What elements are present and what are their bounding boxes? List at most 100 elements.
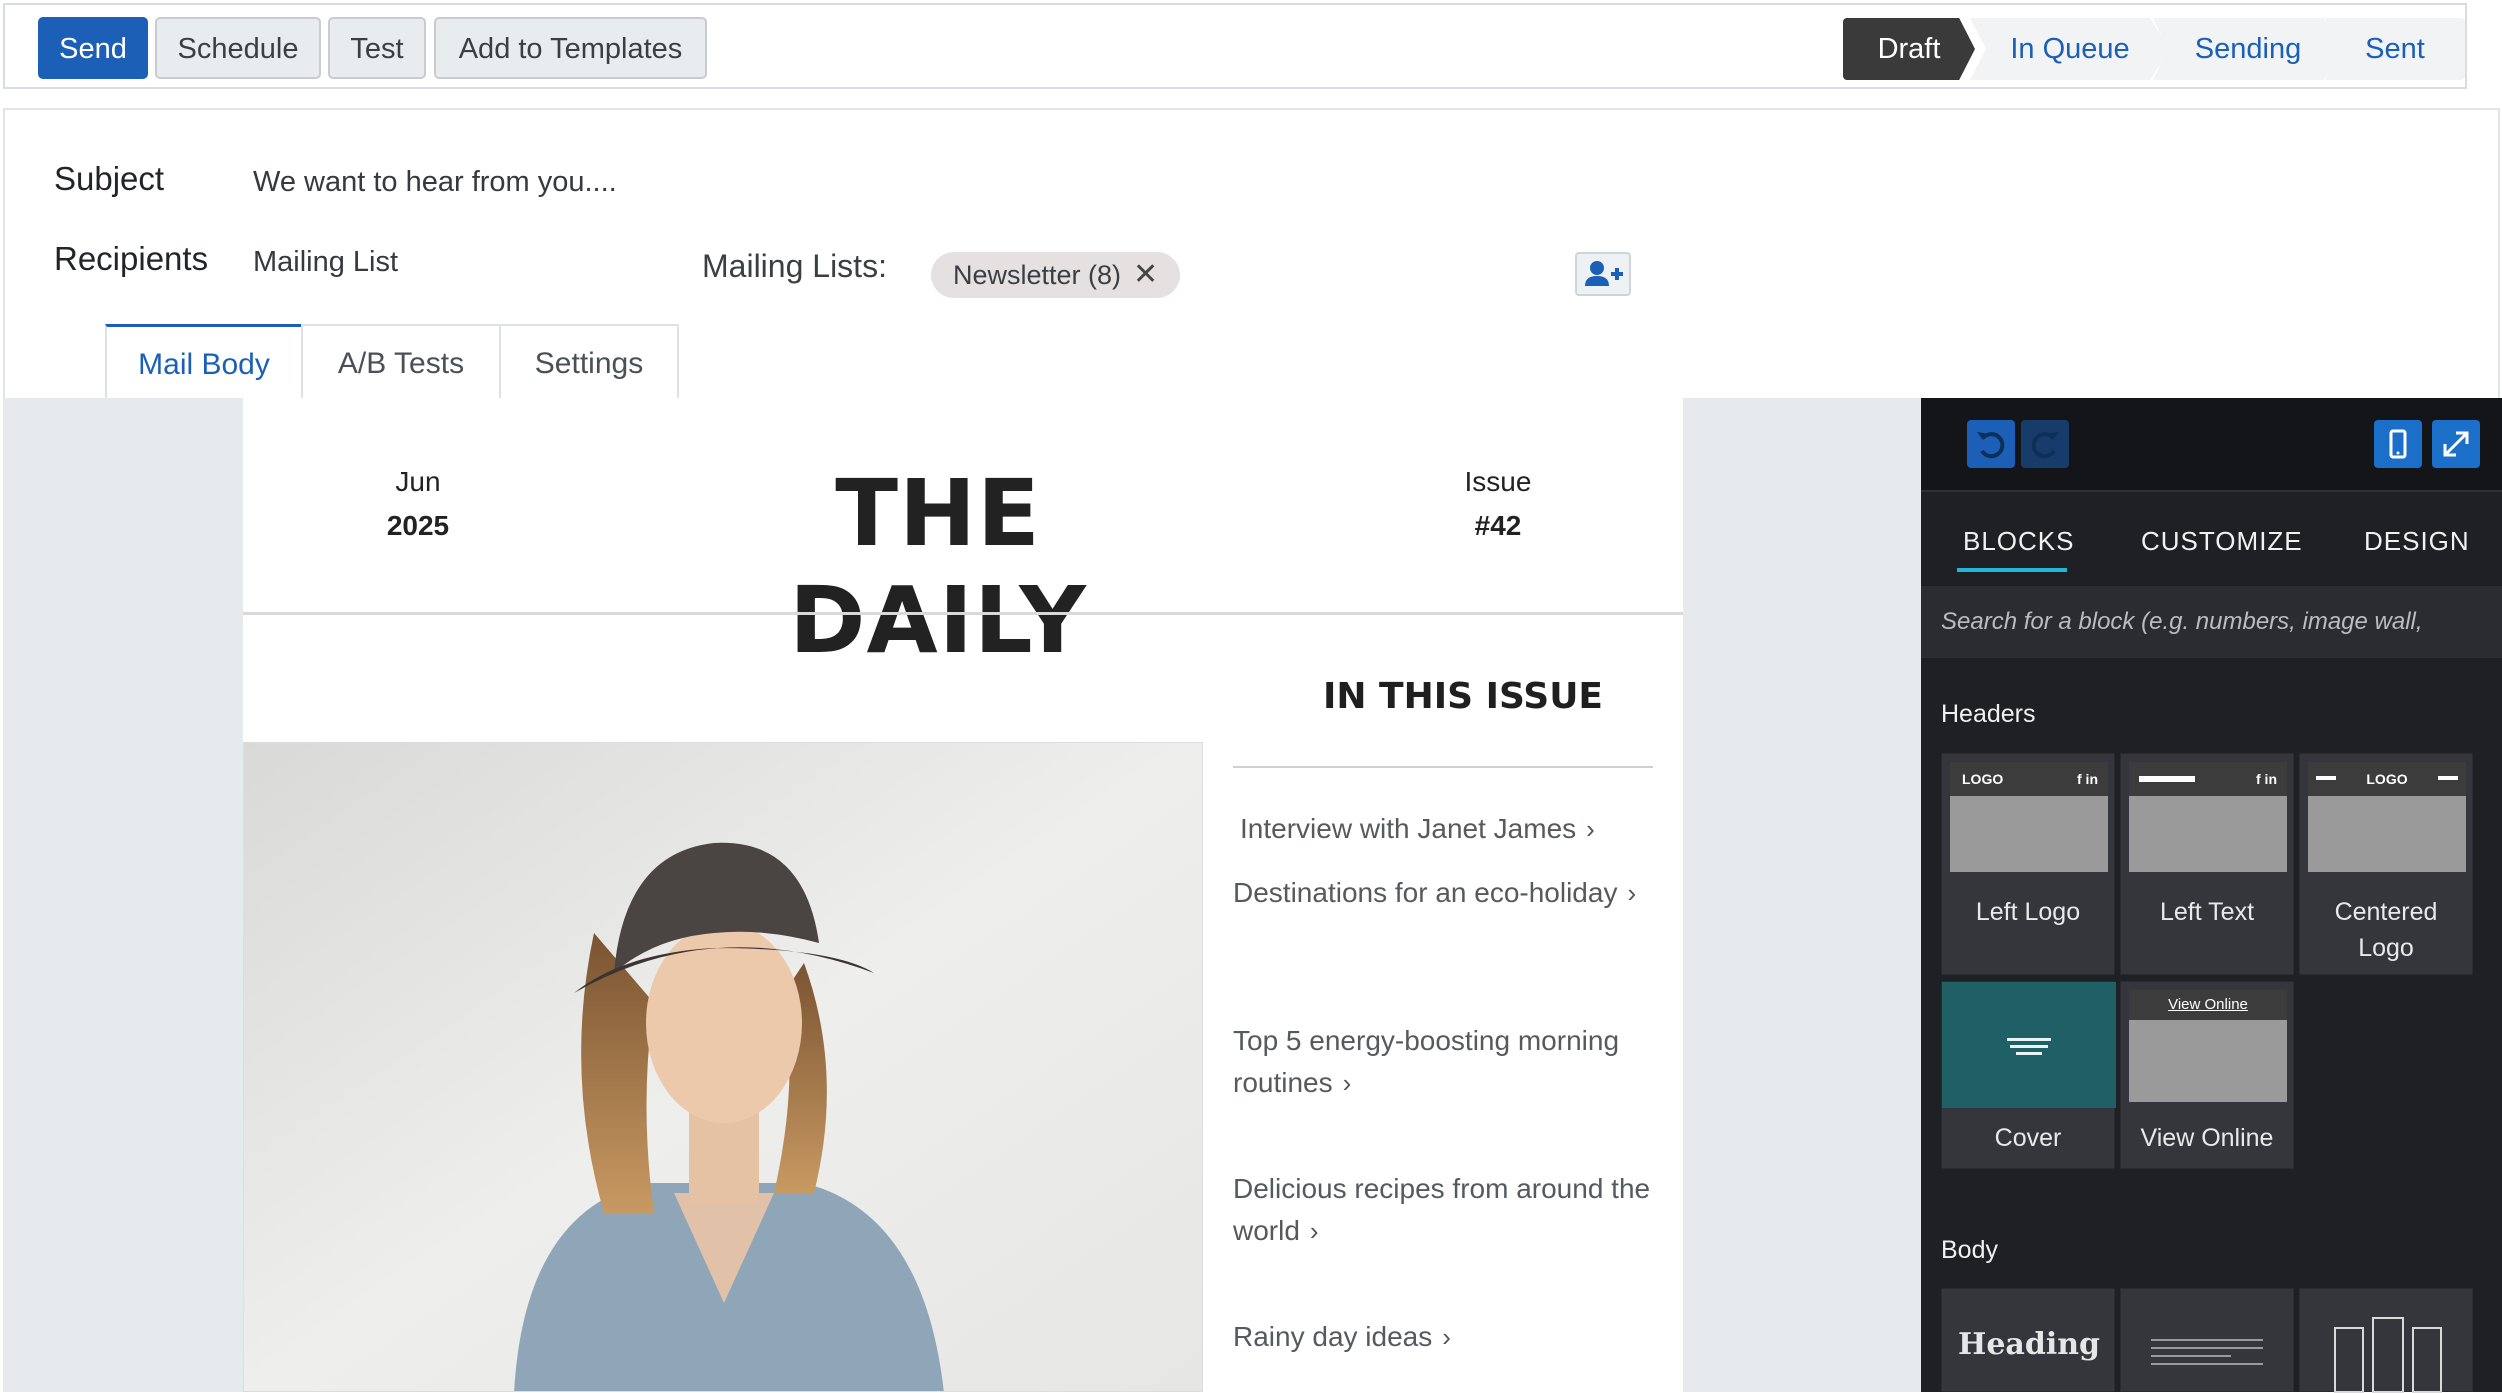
fullscreen-button[interactable] xyxy=(2432,420,2480,468)
issue-year: 2025 xyxy=(386,510,450,541)
undo-icon xyxy=(1977,432,2005,459)
undo-button[interactable] xyxy=(1967,420,2015,468)
block-label: Centered Logo xyxy=(2334,898,2438,962)
featured-photo[interactable] xyxy=(243,742,1203,1392)
add-to-templates-button[interactable]: Add to Templates xyxy=(434,17,707,79)
schedule-button[interactable]: Schedule xyxy=(155,17,321,79)
view-online-thumbnail: View Online xyxy=(2129,990,2287,1102)
article-link[interactable]: Top 5 energy-boosting morning routines › xyxy=(1233,1020,1663,1104)
tab-ab-tests[interactable]: A/B Tests xyxy=(301,324,501,400)
text-line xyxy=(2151,1347,2263,1349)
status-stage-draft[interactable]: Draft xyxy=(1843,18,1975,80)
redo-icon xyxy=(2031,432,2059,459)
tab-settings[interactable]: Settings xyxy=(499,324,679,400)
send-button[interactable]: Send xyxy=(38,17,148,79)
view-online-bar: View Online xyxy=(2129,990,2287,1020)
test-button[interactable]: Test xyxy=(328,17,426,79)
article-link[interactable]: Destinations for an eco-holiday › xyxy=(1233,872,1663,914)
chevron-right-icon: › xyxy=(1442,1322,1451,1352)
chevron-right-icon: › xyxy=(1586,814,1595,844)
block-search-input[interactable]: Search for a block (e.g. numbers, image … xyxy=(1921,586,2502,658)
left-logo-thumbnail: LOGO f in xyxy=(1950,762,2108,872)
chevron-right-icon: › xyxy=(1309,1216,1319,1246)
cover-line xyxy=(2007,1038,2051,1041)
issue-divider xyxy=(1233,766,1653,768)
menu-line xyxy=(2438,776,2458,780)
add-contact-button[interactable] xyxy=(1575,252,1631,296)
recipients-label: Recipients xyxy=(54,240,209,277)
block-text[interactable] xyxy=(2120,1288,2294,1392)
heading-thumbnail-text: Heading xyxy=(1957,1327,2101,1362)
blocks-panel: BLOCKS CUSTOMIZE DESIGN Search for a blo… xyxy=(1921,398,2502,1393)
status-stage-sent[interactable]: Sent xyxy=(2325,18,2465,80)
article-link[interactable]: Interview with Janet James › xyxy=(1240,808,1670,850)
article-title: Top 5 energy-boosting morning routines xyxy=(1233,1025,1620,1098)
thumbnail-header-bar: f in xyxy=(2129,762,2287,796)
text-line xyxy=(2151,1339,2263,1341)
left-text-thumbnail: f in xyxy=(2129,762,2287,872)
redo-button[interactable] xyxy=(2021,420,2069,468)
text-line xyxy=(2151,1355,2231,1357)
cover-line xyxy=(2016,1052,2042,1055)
social-icons: f in xyxy=(2077,771,2098,787)
block-label: Cover xyxy=(1994,1124,2062,1152)
column-icon xyxy=(2372,1317,2404,1393)
issue-label: Issue xyxy=(1464,466,1532,497)
tab-mail-body[interactable]: Mail Body xyxy=(105,324,303,400)
text-line xyxy=(2151,1363,2263,1365)
header-divider xyxy=(243,612,1683,615)
article-title: Interview with Janet James xyxy=(1240,813,1577,844)
add-user-icon xyxy=(1585,261,1623,286)
block-cover[interactable]: Cover xyxy=(1941,981,2116,1169)
block-left-logo[interactable]: LOGO f in Left Logo xyxy=(1941,753,2115,975)
article-title: Delicious recipes from around the world xyxy=(1233,1173,1651,1246)
control-bar: Send Schedule Test Add to Templates Sent… xyxy=(3,3,2467,89)
block-label: Left Text xyxy=(2159,898,2255,926)
body-section-label: Body xyxy=(1941,1236,1998,1264)
block-heading[interactable]: Heading xyxy=(1941,1288,2115,1392)
article-link[interactable]: Delicious recipes from around the world › xyxy=(1233,1168,1663,1252)
panel-toolbar xyxy=(1921,398,2502,492)
column-icon xyxy=(2412,1327,2442,1393)
block-label: Left Logo xyxy=(1975,898,2081,926)
mailing-list-tag: Newsletter (8) ✕ xyxy=(931,252,1181,298)
newsletter-title[interactable]: THE DAILY xyxy=(713,460,1163,674)
status-stage-sending[interactable]: Sending xyxy=(2153,18,2343,80)
panel-tab-customize[interactable]: CUSTOMIZE xyxy=(2141,526,2303,557)
mailing-list-tag-label: Newsletter (8) xyxy=(953,260,1122,290)
article-link[interactable]: Rainy day ideas › xyxy=(1233,1316,1663,1358)
block-columns[interactable] xyxy=(2299,1288,2473,1393)
logo-text: LOGO xyxy=(1962,771,2004,787)
recipients-field[interactable]: Mailing List xyxy=(253,246,398,279)
mailing-lists-label: Mailing Lists: xyxy=(702,248,887,284)
status-stage-in-queue[interactable]: In Queue xyxy=(1970,18,2170,80)
article-title: Rainy day ideas xyxy=(1233,1321,1433,1352)
social-icons: f in xyxy=(2256,771,2277,787)
panel-tab-design[interactable]: DESIGN xyxy=(2364,526,2470,557)
headers-section-label: Headers xyxy=(1941,700,2036,728)
cover-thumbnail xyxy=(1942,982,2116,1108)
thumbnail-header-bar: LOGO f in xyxy=(1950,762,2108,796)
block-centered-logo[interactable]: LOGO Centered Logo xyxy=(2299,753,2473,975)
active-tab-indicator xyxy=(1957,568,2067,572)
issue-number: #42 xyxy=(1474,510,1522,541)
subject-field[interactable]: We want to hear from you.... xyxy=(253,166,617,199)
block-view-online[interactable]: View Online View Online xyxy=(2120,981,2294,1169)
mobile-icon xyxy=(2389,429,2407,459)
block-left-text[interactable]: f in Left Text xyxy=(2120,753,2294,975)
subject-label: Subject xyxy=(54,160,165,197)
remove-tag-icon[interactable]: ✕ xyxy=(1133,258,1158,291)
mobile-preview-button[interactable] xyxy=(2374,420,2422,468)
newsletter-preview: Jun 2025 THE DAILY Issue #42 IN THIS ISS… xyxy=(243,398,1683,1392)
chevron-right-icon: › xyxy=(1342,1068,1352,1098)
cover-line xyxy=(2010,1045,2048,1048)
issue-month: Jun xyxy=(395,466,441,497)
in-this-issue-heading[interactable]: IN THIS ISSUE xyxy=(1263,676,1663,717)
column-icon xyxy=(2334,1327,2364,1393)
article-title: Destinations for an eco-holiday xyxy=(1233,877,1618,908)
expand-icon xyxy=(2443,431,2469,457)
chevron-right-icon: › xyxy=(1627,878,1637,908)
woman-in-hat-image xyxy=(244,743,1202,1391)
panel-tab-blocks[interactable]: BLOCKS xyxy=(1963,526,2075,557)
text-line xyxy=(2139,776,2195,782)
